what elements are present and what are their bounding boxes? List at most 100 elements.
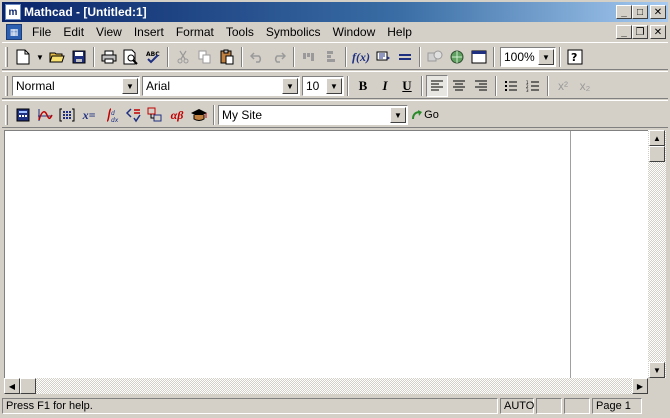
status-page: Page 1 xyxy=(592,398,642,414)
status-bar: Press F1 for help. AUTO Page 1 xyxy=(2,396,668,416)
bullets-icon[interactable] xyxy=(500,75,522,97)
boolean-icon[interactable] xyxy=(122,104,144,126)
align-right-icon[interactable] xyxy=(470,75,492,97)
worksheet-area[interactable] xyxy=(4,130,648,379)
scroll-left-button[interactable]: ◀ xyxy=(4,378,20,394)
new-dropdown-icon[interactable]: ▼ xyxy=(34,46,46,68)
window-title: Mathcad - [Untitled:1] xyxy=(24,5,147,19)
calculate-icon[interactable] xyxy=(394,46,416,68)
scroll-up-button[interactable]: ▲ xyxy=(649,130,665,146)
chevron-down-icon[interactable]: ▼ xyxy=(390,107,406,123)
menu-format[interactable]: Format xyxy=(170,23,220,41)
align-down-icon[interactable] xyxy=(320,46,342,68)
zoom-select[interactable]: 100% ▼ xyxy=(500,47,556,67)
bold-button[interactable]: B xyxy=(352,75,374,97)
site-select[interactable]: My Site ▼ xyxy=(218,105,408,125)
align-center-icon[interactable] xyxy=(448,75,470,97)
menu-bar: ▦ File Edit View Insert Format Tools Sym… xyxy=(2,23,668,41)
svg-text:d: d xyxy=(111,110,115,117)
font-select[interactable]: Arial ▼ xyxy=(142,76,300,96)
doc-minimize-button[interactable]: _ xyxy=(616,25,632,39)
matrix-icon[interactable] xyxy=(56,104,78,126)
paste-icon[interactable] xyxy=(216,46,238,68)
save-icon[interactable] xyxy=(68,46,90,68)
numbering-icon[interactable]: 123 xyxy=(522,75,544,97)
graph-icon[interactable] xyxy=(34,104,56,126)
chevron-down-icon[interactable]: ▼ xyxy=(538,49,554,65)
standard-toolbar-row: ▼ ABC f(x) 100% ▼ ? xyxy=(2,42,668,70)
menu-help[interactable]: Help xyxy=(381,23,418,41)
formatting-toolbar-row: Normal ▼ Arial ▼ 10 ▼ B I U 1 2 3 x² x₂ xyxy=(2,71,668,99)
go-button[interactable]: Go xyxy=(408,104,442,126)
italic-button[interactable]: I xyxy=(374,75,396,97)
spell-check-icon[interactable]: ABC xyxy=(142,46,164,68)
worksheet-icon[interactable] xyxy=(468,46,490,68)
chevron-down-icon[interactable]: ▼ xyxy=(122,78,138,94)
toolbar-grip[interactable] xyxy=(5,105,8,125)
evaluation-icon[interactable]: x= xyxy=(78,104,100,126)
font-size-select[interactable]: 10 ▼ xyxy=(302,76,344,96)
open-icon[interactable] xyxy=(46,46,68,68)
maximize-button[interactable]: □ xyxy=(632,5,648,19)
copy-icon[interactable] xyxy=(194,46,216,68)
cut-icon[interactable] xyxy=(172,46,194,68)
superscript-button[interactable]: x² xyxy=(552,75,574,97)
style-select[interactable]: Normal ▼ xyxy=(12,76,140,96)
font-value: Arial xyxy=(146,79,171,93)
doc-restore-button[interactable]: ❐ xyxy=(632,25,648,39)
resource-center-icon[interactable] xyxy=(446,46,468,68)
horizontal-scrollbar[interactable]: ◀ ▶ xyxy=(4,378,648,394)
svg-text:dx: dx xyxy=(111,117,119,123)
scroll-down-button[interactable]: ▼ xyxy=(649,362,665,378)
vertical-scrollbar[interactable]: ▲ ▼ xyxy=(648,130,666,378)
menu-file[interactable]: File xyxy=(26,23,57,41)
toolbar-grip[interactable] xyxy=(5,47,8,67)
style-value: Normal xyxy=(16,79,55,93)
status-mode: AUTO xyxy=(500,398,534,414)
standard-toolbar: ▼ ABC f(x) 100% ▼ ? xyxy=(2,45,586,69)
scrollbar-corner xyxy=(648,378,666,394)
horizontal-scroll-thumb[interactable] xyxy=(20,378,36,394)
align-across-icon[interactable] xyxy=(298,46,320,68)
chevron-down-icon[interactable]: ▼ xyxy=(326,78,342,94)
title-bar[interactable]: m Mathcad - [Untitled:1] _ □ ✕ xyxy=(2,2,668,22)
close-button[interactable]: ✕ xyxy=(650,5,666,19)
calculator-icon[interactable] xyxy=(12,104,34,126)
site-value: My Site xyxy=(222,108,263,122)
menu-view[interactable]: View xyxy=(90,23,128,41)
print-preview-icon[interactable] xyxy=(120,46,142,68)
align-left-icon[interactable] xyxy=(426,75,448,97)
right-margin-line xyxy=(570,131,571,379)
minimize-button[interactable]: _ xyxy=(616,5,632,19)
insert-unit-icon[interactable] xyxy=(372,46,394,68)
zoom-value: 100% xyxy=(504,50,535,64)
redo-icon[interactable] xyxy=(268,46,290,68)
doc-close-button[interactable]: ✕ xyxy=(650,25,666,39)
menu-tools[interactable]: Tools xyxy=(220,23,260,41)
vertical-scroll-thumb[interactable] xyxy=(649,146,665,162)
menu-symbolics[interactable]: Symbolics xyxy=(260,23,327,41)
subscript-button[interactable]: x₂ xyxy=(574,75,596,97)
undo-icon[interactable] xyxy=(246,46,268,68)
math-toolbar-row: x= d dx αβ My Site ▼ Go xyxy=(2,100,668,128)
underline-button[interactable]: U xyxy=(396,75,418,97)
component-icon[interactable] xyxy=(424,46,446,68)
toolbar-grip[interactable] xyxy=(5,76,8,96)
chevron-down-icon[interactable]: ▼ xyxy=(282,78,298,94)
calculus-icon[interactable]: d dx xyxy=(100,104,122,126)
scroll-right-button[interactable]: ▶ xyxy=(632,378,648,394)
insert-function-icon[interactable]: f(x) xyxy=(350,46,372,68)
menu-edit[interactable]: Edit xyxy=(57,23,90,41)
document-icon[interactable]: ▦ xyxy=(6,24,22,40)
mathcad-logo-icon[interactable]: m xyxy=(5,4,21,20)
greek-icon[interactable]: αβ xyxy=(166,104,188,126)
menu-insert[interactable]: Insert xyxy=(128,23,170,41)
help-icon[interactable]: ? xyxy=(564,46,586,68)
svg-text:ABC: ABC xyxy=(146,51,160,58)
new-icon[interactable] xyxy=(12,46,34,68)
print-icon[interactable] xyxy=(98,46,120,68)
menu-window[interactable]: Window xyxy=(327,23,382,41)
programming-icon[interactable] xyxy=(144,104,166,126)
mathcad-window: m Mathcad - [Untitled:1] _ □ ✕ ▦ File Ed… xyxy=(0,0,670,418)
symbolic-icon[interactable] xyxy=(188,104,210,126)
